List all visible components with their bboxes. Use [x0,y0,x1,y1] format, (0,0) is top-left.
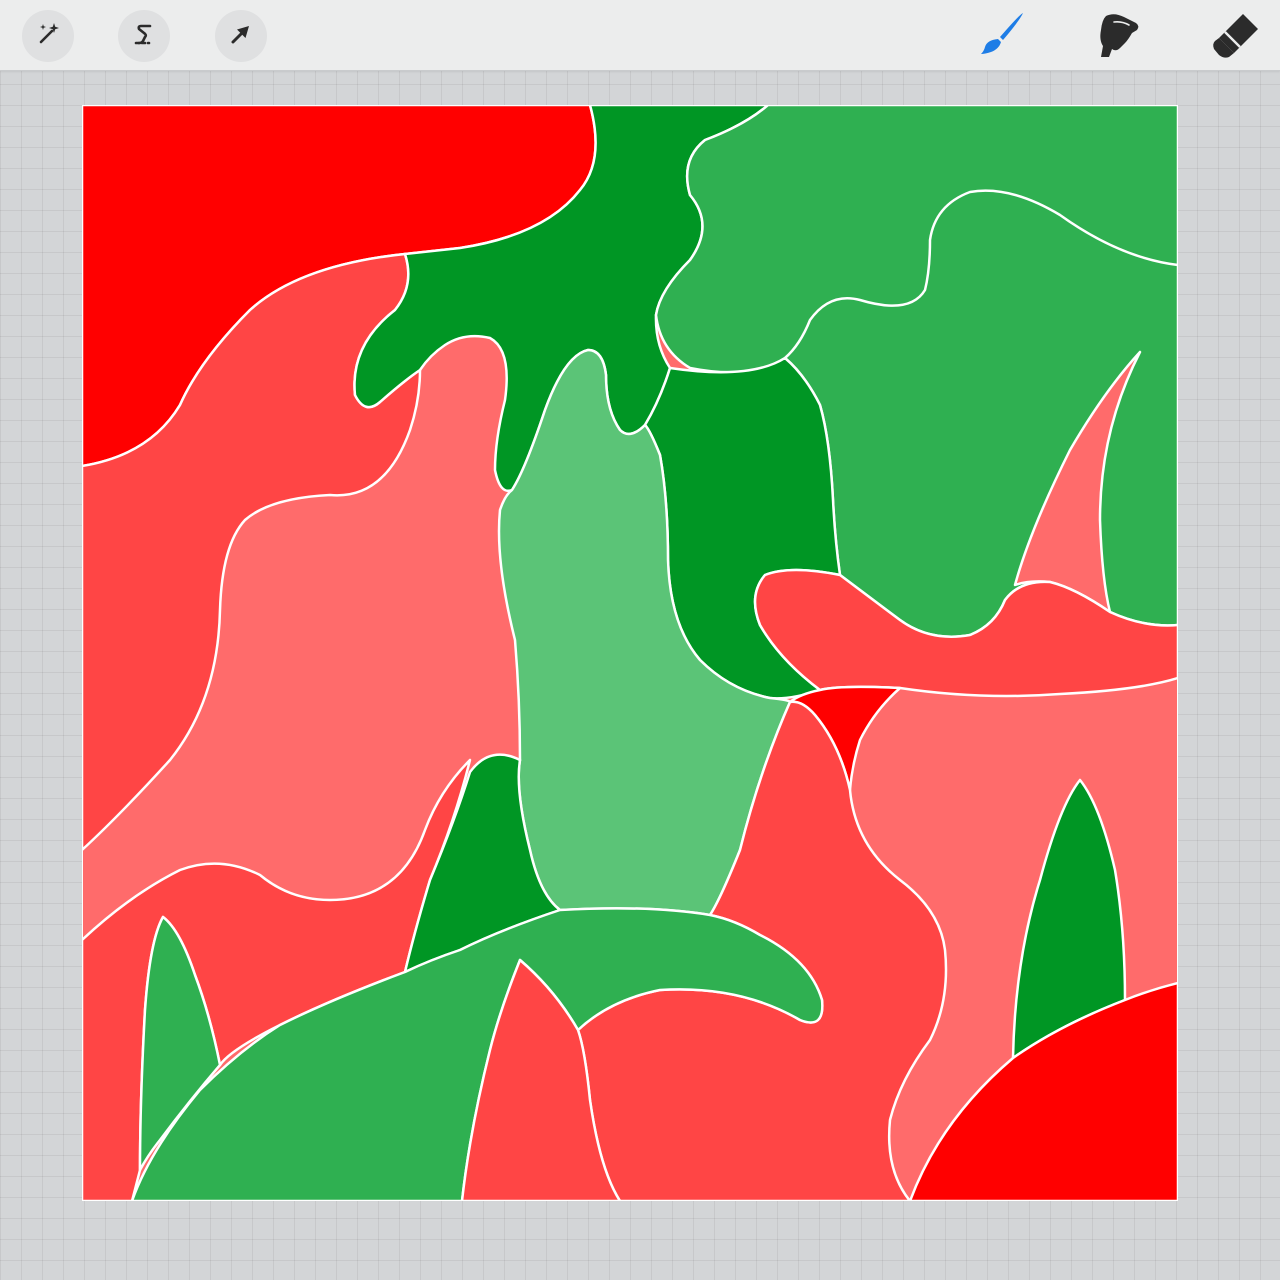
artwork [82,105,1178,1201]
magic-wand-icon [34,20,62,53]
brush-tool-button[interactable] [974,8,1030,64]
adjustments-button[interactable] [22,10,74,62]
selection-button[interactable] [118,10,170,62]
smudge-tool-button[interactable] [1090,8,1146,64]
arrow-cursor-icon [227,20,255,53]
transform-button[interactable] [215,10,267,62]
brush-icon [976,8,1028,65]
top-toolbar [0,0,1280,71]
selection-s-icon [130,20,158,53]
drawing-canvas[interactable] [82,105,1178,1201]
eraser-icon [1210,8,1262,65]
smudge-finger-icon [1092,8,1144,65]
eraser-tool-button[interactable] [1208,8,1264,64]
